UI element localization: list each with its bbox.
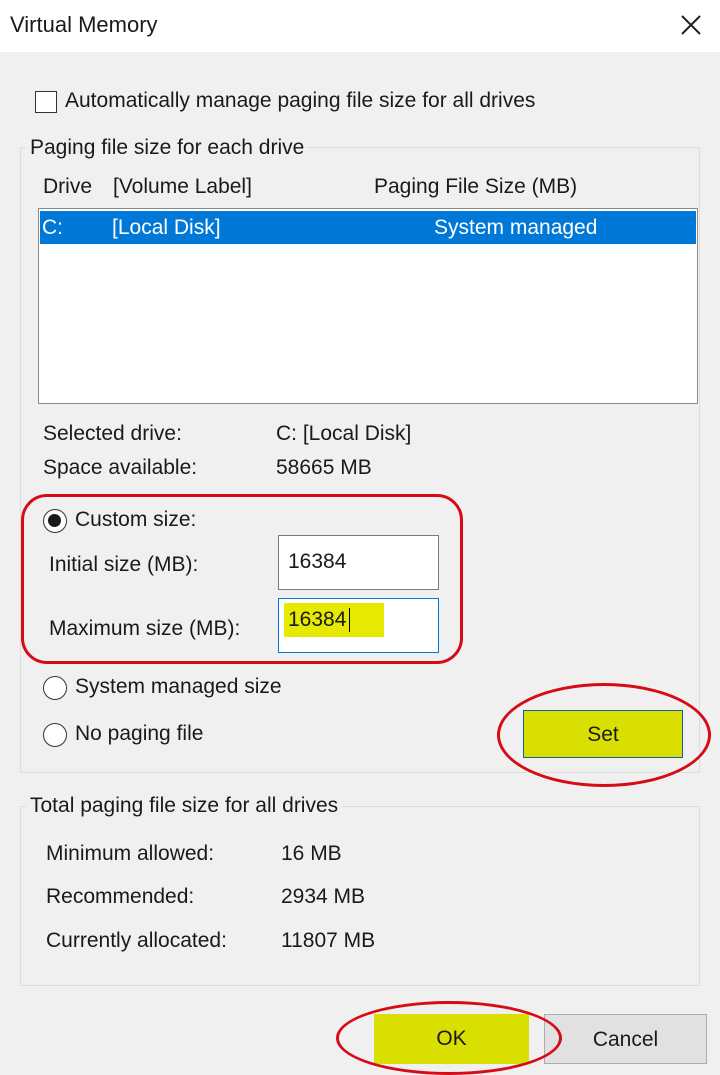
maximum-size-value: 16384: [288, 608, 347, 631]
space-available-label: Space available:: [43, 456, 198, 479]
system-managed-label[interactable]: System managed size: [75, 675, 282, 699]
ok-button[interactable]: OK: [374, 1014, 529, 1064]
close-icon[interactable]: [674, 8, 708, 42]
auto-manage-checkbox[interactable]: [35, 91, 57, 113]
custom-size-radio[interactable]: [43, 509, 67, 533]
radio-selected-dot: [48, 514, 61, 527]
currently-allocated-value: 11807 MB: [281, 929, 376, 952]
maximum-size-input[interactable]: 16384: [278, 598, 439, 653]
minimum-allowed-label: Minimum allowed:: [46, 842, 215, 865]
selected-drive-label: Selected drive:: [43, 422, 182, 445]
space-available-value: 58665 MB: [276, 456, 372, 479]
column-volume-label: [Volume Label]: [113, 175, 252, 198]
drive-row-size: System managed: [434, 216, 598, 239]
totals-group-title: Total paging file size for all drives: [26, 794, 343, 818]
cancel-button[interactable]: Cancel: [544, 1014, 707, 1064]
system-managed-radio[interactable]: [43, 676, 67, 700]
initial-size-label: Initial size (MB):: [49, 553, 199, 576]
currently-allocated-label: Currently allocated:: [46, 929, 227, 952]
column-drive: Drive: [43, 175, 93, 198]
maximum-size-label: Maximum size (MB):: [49, 617, 241, 640]
per-drive-group-title: Paging file size for each drive: [26, 136, 309, 160]
selected-drive-value: C: [Local Disk]: [276, 422, 412, 445]
recommended-label: Recommended:: [46, 885, 195, 908]
drive-row-drive: C:: [42, 216, 63, 239]
drive-row-label: [Local Disk]: [112, 216, 221, 239]
no-paging-label[interactable]: No paging file: [75, 722, 203, 746]
text-cursor: [349, 608, 350, 632]
set-button[interactable]: Set: [523, 710, 683, 758]
minimum-allowed-value: 16 MB: [281, 842, 342, 865]
initial-size-value: 16384: [288, 550, 347, 573]
drive-row[interactable]: C: [Local Disk] System managed: [40, 211, 696, 244]
custom-size-label[interactable]: Custom size:: [75, 508, 196, 532]
column-paging-size: Paging File Size (MB): [374, 175, 578, 198]
initial-size-input[interactable]: 16384: [278, 535, 439, 590]
no-paging-radio[interactable]: [43, 723, 67, 747]
recommended-value: 2934 MB: [281, 885, 366, 908]
auto-manage-label[interactable]: Automatically manage paging file size fo…: [65, 89, 535, 113]
window-title: Virtual Memory: [10, 12, 158, 37]
